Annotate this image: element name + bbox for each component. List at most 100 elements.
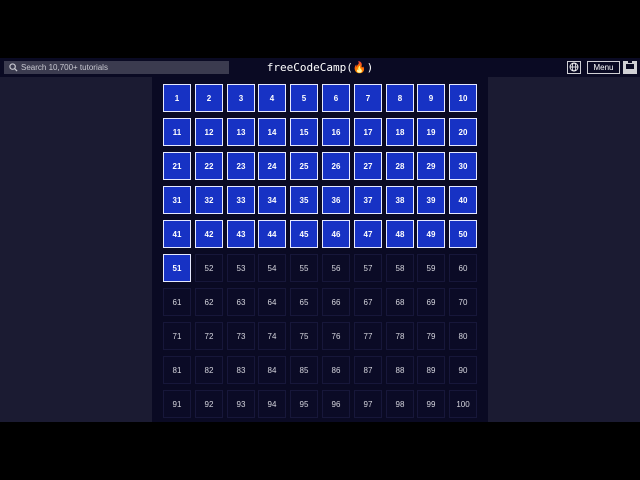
grid-cell[interactable]: 9 xyxy=(417,84,445,112)
grid-cell[interactable]: 68 xyxy=(386,288,414,316)
grid-cell[interactable]: 22 xyxy=(195,152,223,180)
grid-cell[interactable]: 34 xyxy=(258,186,286,214)
avatar-button[interactable] xyxy=(623,61,637,74)
search-input[interactable]: Search 10,700+ tutorials xyxy=(4,61,229,74)
grid-cell[interactable]: 42 xyxy=(195,220,223,248)
grid-cell[interactable]: 71 xyxy=(163,322,191,350)
grid-cell[interactable]: 20 xyxy=(449,118,477,146)
grid-cell[interactable]: 3 xyxy=(227,84,255,112)
grid-cell[interactable]: 24 xyxy=(258,152,286,180)
grid-cell[interactable]: 32 xyxy=(195,186,223,214)
grid-cell[interactable]: 18 xyxy=(386,118,414,146)
grid-cell[interactable]: 70 xyxy=(449,288,477,316)
grid-cell[interactable]: 15 xyxy=(290,118,318,146)
grid-cell[interactable]: 87 xyxy=(354,356,382,384)
grid-cell[interactable]: 85 xyxy=(290,356,318,384)
menu-button[interactable]: Menu xyxy=(587,61,620,74)
grid-cell[interactable]: 64 xyxy=(258,288,286,316)
grid-cell[interactable]: 45 xyxy=(290,220,318,248)
grid-cell[interactable]: 55 xyxy=(290,254,318,282)
grid-cell[interactable]: 51 xyxy=(163,254,191,282)
grid-cell[interactable]: 44 xyxy=(258,220,286,248)
grid-cell[interactable]: 49 xyxy=(417,220,445,248)
grid-cell[interactable]: 60 xyxy=(449,254,477,282)
grid-cell[interactable]: 41 xyxy=(163,220,191,248)
grid-cell[interactable]: 76 xyxy=(322,322,350,350)
grid-cell[interactable]: 77 xyxy=(354,322,382,350)
grid-cell[interactable]: 12 xyxy=(195,118,223,146)
grid-cell[interactable]: 79 xyxy=(417,322,445,350)
grid-cell[interactable]: 26 xyxy=(322,152,350,180)
grid-cell[interactable]: 39 xyxy=(417,186,445,214)
grid-cell[interactable]: 99 xyxy=(417,390,445,418)
grid-cell[interactable]: 16 xyxy=(322,118,350,146)
grid-cell[interactable]: 13 xyxy=(227,118,255,146)
grid-cell[interactable]: 90 xyxy=(449,356,477,384)
grid-cell[interactable]: 19 xyxy=(417,118,445,146)
grid-cell[interactable]: 65 xyxy=(290,288,318,316)
grid-cell[interactable]: 37 xyxy=(354,186,382,214)
grid-cell[interactable]: 81 xyxy=(163,356,191,384)
freecodecamp-logo[interactable]: freeCodeCamp(🔥) xyxy=(240,59,400,76)
grid-cell[interactable]: 78 xyxy=(386,322,414,350)
grid-cell[interactable]: 1 xyxy=(163,84,191,112)
grid-cell[interactable]: 48 xyxy=(386,220,414,248)
grid-cell[interactable]: 4 xyxy=(258,84,286,112)
grid-cell[interactable]: 59 xyxy=(417,254,445,282)
grid-cell[interactable]: 66 xyxy=(322,288,350,316)
grid-cell[interactable]: 56 xyxy=(322,254,350,282)
grid-cell[interactable]: 75 xyxy=(290,322,318,350)
grid-cell[interactable]: 11 xyxy=(163,118,191,146)
grid-cell[interactable]: 67 xyxy=(354,288,382,316)
grid-cell[interactable]: 80 xyxy=(449,322,477,350)
grid-cell[interactable]: 38 xyxy=(386,186,414,214)
grid-cell[interactable]: 10 xyxy=(449,84,477,112)
grid-cell[interactable]: 63 xyxy=(227,288,255,316)
grid-cell[interactable]: 50 xyxy=(449,220,477,248)
grid-cell[interactable]: 95 xyxy=(290,390,318,418)
grid-cell[interactable]: 14 xyxy=(258,118,286,146)
grid-cell[interactable]: 57 xyxy=(354,254,382,282)
grid-cell[interactable]: 82 xyxy=(195,356,223,384)
grid-cell[interactable]: 27 xyxy=(354,152,382,180)
grid-cell[interactable]: 72 xyxy=(195,322,223,350)
grid-cell[interactable]: 84 xyxy=(258,356,286,384)
language-button[interactable] xyxy=(567,61,581,74)
grid-cell[interactable]: 96 xyxy=(322,390,350,418)
grid-cell[interactable]: 94 xyxy=(258,390,286,418)
grid-cell[interactable]: 5 xyxy=(290,84,318,112)
grid-cell[interactable]: 7 xyxy=(354,84,382,112)
grid-cell[interactable]: 83 xyxy=(227,356,255,384)
grid-cell[interactable]: 98 xyxy=(386,390,414,418)
grid-cell[interactable]: 92 xyxy=(195,390,223,418)
grid-cell[interactable]: 25 xyxy=(290,152,318,180)
grid-cell[interactable]: 30 xyxy=(449,152,477,180)
grid-cell[interactable]: 35 xyxy=(290,186,318,214)
grid-cell[interactable]: 97 xyxy=(354,390,382,418)
grid-cell[interactable]: 17 xyxy=(354,118,382,146)
grid-cell[interactable]: 74 xyxy=(258,322,286,350)
grid-cell[interactable]: 6 xyxy=(322,84,350,112)
grid-cell[interactable]: 21 xyxy=(163,152,191,180)
grid-cell[interactable]: 2 xyxy=(195,84,223,112)
grid-cell[interactable]: 86 xyxy=(322,356,350,384)
grid-cell[interactable]: 100 xyxy=(449,390,477,418)
grid-cell[interactable]: 89 xyxy=(417,356,445,384)
grid-cell[interactable]: 28 xyxy=(386,152,414,180)
grid-cell[interactable]: 36 xyxy=(322,186,350,214)
grid-cell[interactable]: 8 xyxy=(386,84,414,112)
grid-cell[interactable]: 40 xyxy=(449,186,477,214)
grid-cell[interactable]: 69 xyxy=(417,288,445,316)
grid-cell[interactable]: 58 xyxy=(386,254,414,282)
grid-cell[interactable]: 54 xyxy=(258,254,286,282)
grid-cell[interactable]: 31 xyxy=(163,186,191,214)
grid-cell[interactable]: 62 xyxy=(195,288,223,316)
grid-cell[interactable]: 47 xyxy=(354,220,382,248)
grid-cell[interactable]: 33 xyxy=(227,186,255,214)
grid-cell[interactable]: 52 xyxy=(195,254,223,282)
grid-cell[interactable]: 29 xyxy=(417,152,445,180)
grid-cell[interactable]: 88 xyxy=(386,356,414,384)
grid-cell[interactable]: 53 xyxy=(227,254,255,282)
grid-cell[interactable]: 23 xyxy=(227,152,255,180)
grid-cell[interactable]: 93 xyxy=(227,390,255,418)
